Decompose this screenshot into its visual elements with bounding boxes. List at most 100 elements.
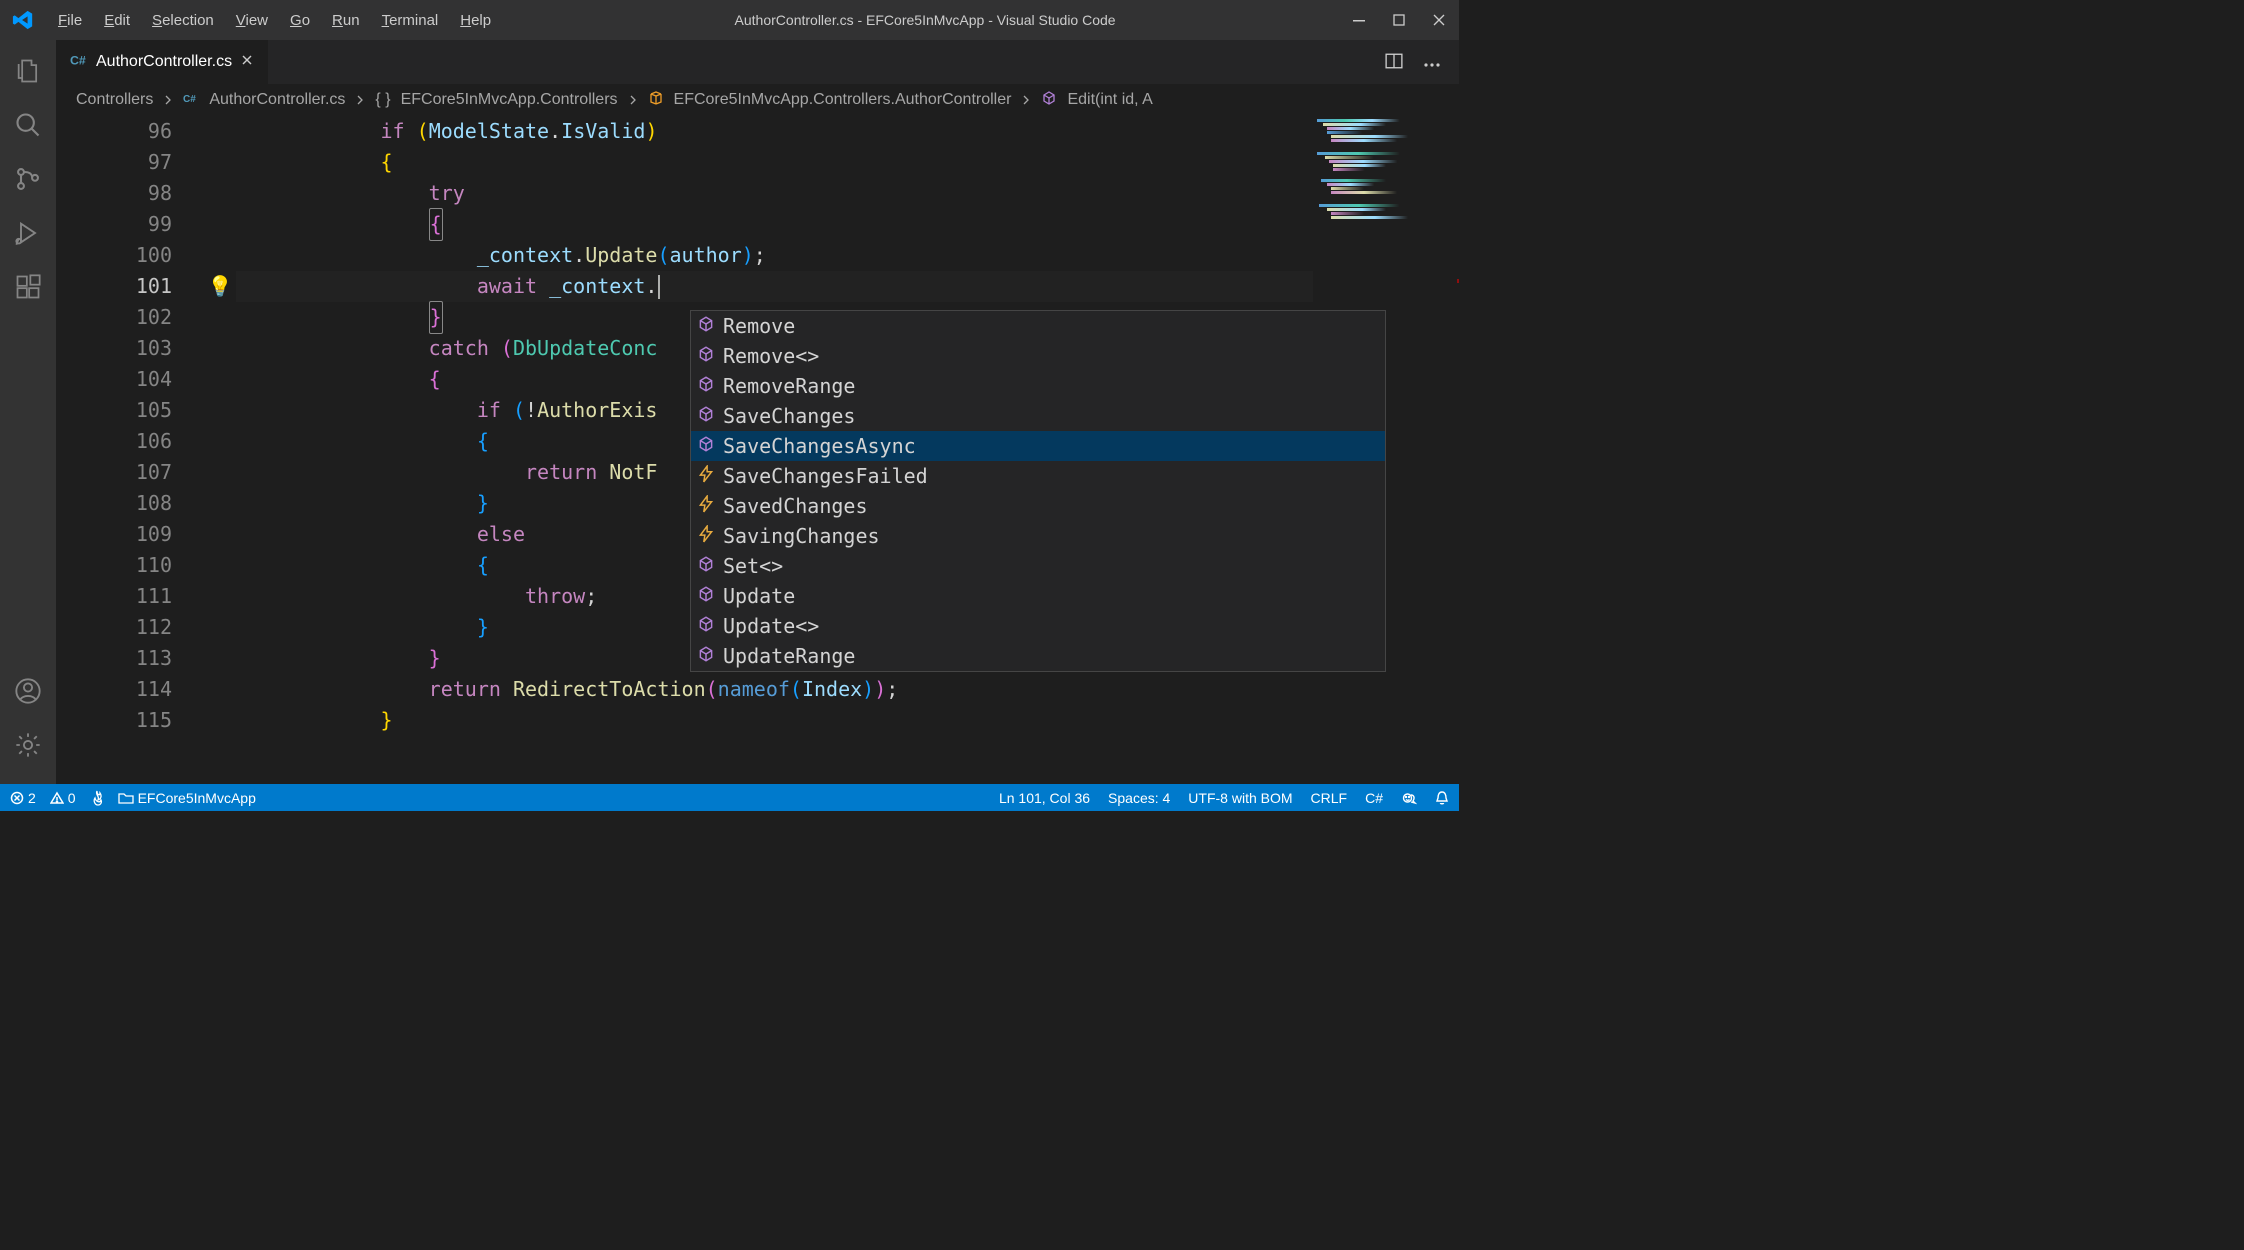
menu-view[interactable]: View <box>228 8 276 33</box>
status-position[interactable]: Ln 101, Col 36 <box>999 790 1090 806</box>
suggest-label: SavedChanges <box>723 494 868 518</box>
line-number: 112 <box>56 612 204 643</box>
status-errors[interactable]: 2 <box>10 790 36 806</box>
event-icon <box>697 524 715 548</box>
suggest-label: Remove<> <box>723 344 819 368</box>
method-icon <box>697 614 715 638</box>
line-number: 107 <box>56 457 204 488</box>
line-number-active: 101 <box>56 271 204 302</box>
status-encoding[interactable]: UTF-8 with BOM <box>1188 790 1292 806</box>
settings-gear-icon[interactable] <box>13 730 43 760</box>
explorer-icon[interactable] <box>13 56 43 86</box>
extensions-icon[interactable] <box>13 272 43 302</box>
line-number: 104 <box>56 364 204 395</box>
method-icon <box>697 314 715 338</box>
run-debug-icon[interactable] <box>13 218 43 248</box>
menu-file[interactable]: FFileile <box>50 8 90 33</box>
window-title: AuthorController.cs - EFCore5InMvcApp - … <box>505 12 1345 28</box>
maximize-icon[interactable] <box>1391 12 1407 28</box>
activity-bar <box>0 40 56 784</box>
status-bar: 2 0 EFCore5InMvcApp Ln 101, Col 36 Space… <box>0 784 1459 811</box>
suggest-item[interactable]: Update<> <box>691 611 1385 641</box>
line-number: 108 <box>56 488 204 519</box>
line-number: 111 <box>56 581 204 612</box>
status-bell-icon[interactable] <box>1435 790 1449 806</box>
line-number: 105 <box>56 395 204 426</box>
tab-close-icon[interactable] <box>240 53 254 72</box>
breadcrumb-folder[interactable]: Controllers <box>76 91 153 109</box>
line-number: 99 <box>56 209 204 240</box>
suggest-item[interactable]: UpdateRange <box>691 641 1385 671</box>
svg-text:C#: C# <box>183 94 196 105</box>
status-spaces[interactable]: Spaces: 4 <box>1108 790 1170 806</box>
menu-go[interactable]: Go <box>282 8 318 33</box>
close-icon[interactable] <box>1431 12 1447 28</box>
menu-edit[interactable]: Edit <box>96 8 138 33</box>
line-number: 113 <box>56 643 204 674</box>
suggest-item[interactable]: SavedChanges <box>691 491 1385 521</box>
intellisense-popup[interactable]: Remove Remove<> RemoveRange SaveChanges Save… <box>690 310 1386 672</box>
method-icon <box>697 584 715 608</box>
suggest-item[interactable]: SaveChanges <box>691 401 1385 431</box>
status-warnings[interactable]: 0 <box>50 790 76 806</box>
suggest-item[interactable]: SaveChangesAsync <box>691 431 1385 461</box>
csharp-file-icon: C# <box>70 51 88 74</box>
status-feedback-icon[interactable] <box>1401 790 1417 806</box>
search-icon[interactable] <box>13 110 43 140</box>
suggest-item[interactable]: Update <box>691 581 1385 611</box>
suggest-label: Update<> <box>723 614 819 638</box>
tab-author-controller[interactable]: C# AuthorController.cs <box>56 40 268 84</box>
breadcrumb-namespace[interactable]: EFCore5InMvcApp.Controllers <box>401 91 618 109</box>
suggest-item[interactable]: Remove<> <box>691 341 1385 371</box>
suggest-label: SaveChangesAsync <box>723 434 916 458</box>
more-actions-icon[interactable] <box>1423 55 1441 70</box>
status-eol[interactable]: CRLF <box>1311 790 1348 806</box>
menu-selection[interactable]: Selection <box>144 8 222 33</box>
method-icon <box>697 434 715 458</box>
gutter: 96 97 98 99 100 101💡 102 103 104 105 106… <box>56 116 236 784</box>
vscode-logo-icon <box>12 9 34 31</box>
lightbulb-icon[interactable]: 💡 <box>204 271 236 302</box>
code-lines[interactable]: if (ModelState.IsValid) { try { _context… <box>236 116 1459 784</box>
suggest-label: SaveChangesFailed <box>723 464 928 488</box>
line-number: 109 <box>56 519 204 550</box>
split-editor-icon[interactable] <box>1385 52 1403 73</box>
event-icon <box>697 494 715 518</box>
line-number: 100 <box>56 240 204 271</box>
status-project[interactable]: EFCore5InMvcApp <box>118 790 256 806</box>
account-icon[interactable] <box>13 676 43 706</box>
class-icon <box>648 90 664 111</box>
suggest-label: RemoveRange <box>723 374 855 398</box>
chevron-right-icon <box>628 95 638 105</box>
suggest-label: SavingChanges <box>723 524 880 548</box>
chevron-right-icon <box>163 95 173 105</box>
menu-help[interactable]: Help <box>452 8 499 33</box>
chevron-right-icon <box>1021 95 1031 105</box>
editor-content[interactable]: 96 97 98 99 100 101💡 102 103 104 105 106… <box>56 116 1459 784</box>
suggest-item[interactable]: Set<> <box>691 551 1385 581</box>
menu-terminal[interactable]: Terminal <box>374 8 447 33</box>
method-icon <box>697 644 715 668</box>
suggest-item[interactable]: SaveChangesFailed <box>691 461 1385 491</box>
breadcrumb-method[interactable]: Edit(int id, A <box>1067 91 1152 109</box>
suggest-item[interactable]: Remove <box>691 311 1385 341</box>
event-icon <box>697 464 715 488</box>
suggest-item[interactable]: RemoveRange <box>691 371 1385 401</box>
breadcrumb[interactable]: Controllers C# AuthorController.cs { } E… <box>56 84 1459 116</box>
line-number: 115 <box>56 705 204 736</box>
breadcrumb-file[interactable]: AuthorController.cs <box>209 91 345 109</box>
suggest-label: SaveChanges <box>723 404 855 428</box>
breadcrumb-class[interactable]: EFCore5InMvcApp.Controllers.AuthorContro… <box>674 91 1012 109</box>
main-layout: C# AuthorController.cs Controllers C# Au… <box>0 40 1459 784</box>
minimize-icon[interactable] <box>1351 12 1367 28</box>
source-control-icon[interactable] <box>13 164 43 194</box>
tab-label: AuthorController.cs <box>96 53 232 71</box>
line-number: 103 <box>56 333 204 364</box>
suggest-item[interactable]: SavingChanges <box>691 521 1385 551</box>
suggest-label: UpdateRange <box>723 644 855 668</box>
window-controls <box>1351 12 1447 28</box>
status-flame-icon[interactable] <box>90 790 104 806</box>
status-lang[interactable]: C# <box>1365 790 1383 806</box>
method-icon <box>697 554 715 578</box>
menu-run[interactable]: Run <box>324 8 368 33</box>
